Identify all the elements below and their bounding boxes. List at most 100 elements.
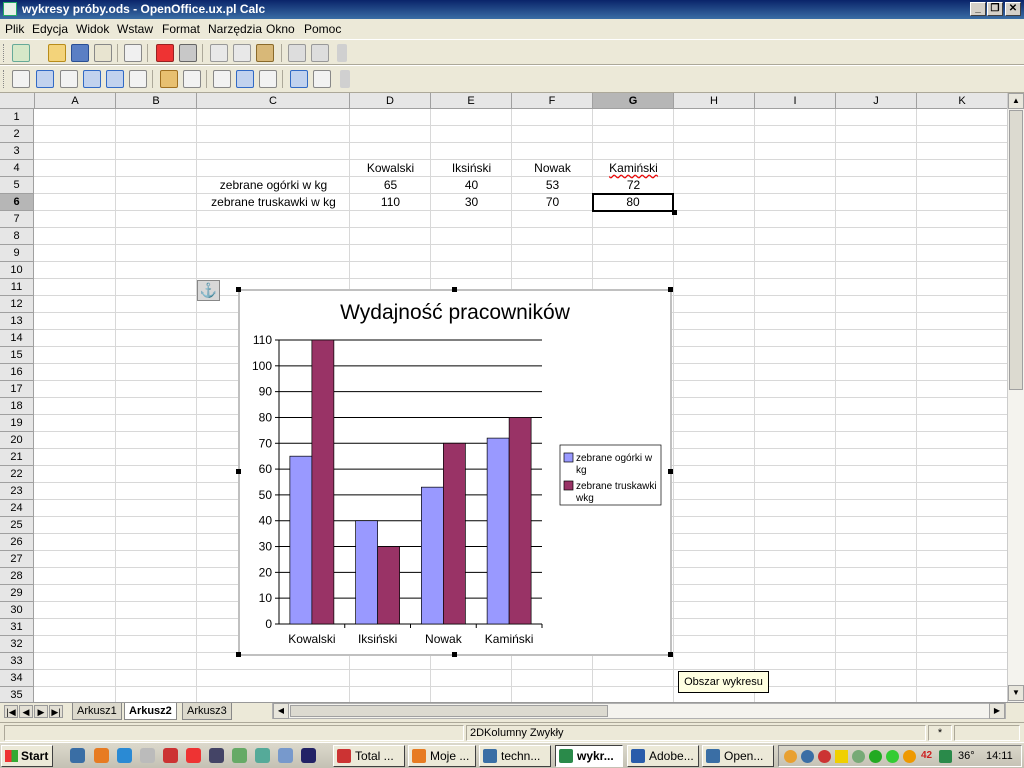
redo-icon[interactable] (311, 44, 329, 62)
column-header-h[interactable]: H (674, 93, 755, 109)
data-table-icon[interactable] (213, 70, 231, 88)
scroll-left-button[interactable]: ◀ (273, 703, 289, 719)
row-header-26[interactable]: 26 (0, 534, 34, 551)
menu-plik[interactable]: Plik (5, 22, 24, 36)
scroll-right-button[interactable]: ▶ (989, 703, 1005, 719)
row-header-17[interactable]: 17 (0, 381, 34, 398)
first-sheet-icon[interactable]: |◀ (4, 705, 18, 718)
row-header-11[interactable]: 11 (0, 279, 34, 296)
row-header-2[interactable]: 2 (0, 126, 34, 143)
row-header-30[interactable]: 30 (0, 602, 34, 619)
hscroll-thumb[interactable] (290, 705, 608, 717)
cell-c5[interactable]: zebrane ogórki w kg (197, 177, 350, 194)
tray-icon[interactable] (852, 750, 865, 763)
sheet-tab-arkusz1[interactable]: Arkusz1 (72, 703, 122, 720)
data-in-rows-icon[interactable] (236, 70, 254, 88)
cell-e4[interactable]: Iksiński (431, 160, 512, 177)
sheet-tab-arkusz2[interactable]: Arkusz2 (124, 703, 177, 720)
cell-f4[interactable]: Nowak (512, 160, 593, 177)
resize-handle-s[interactable] (452, 652, 457, 657)
column-header-e[interactable]: E (431, 93, 512, 109)
row-header-9[interactable]: 9 (0, 245, 34, 262)
resize-handle-e[interactable] (668, 469, 673, 474)
cell-g4[interactable]: Kamiński (593, 160, 674, 177)
resize-handle-n[interactable] (452, 287, 457, 292)
column-header-c[interactable]: C (197, 93, 350, 109)
paste-icon[interactable] (256, 44, 274, 62)
taskbar-button-techn[interactable]: techn... (479, 745, 551, 767)
taskbar-button-open[interactable]: Open... (702, 745, 774, 767)
resize-handle-ne[interactable] (668, 287, 673, 292)
restore-button[interactable]: ❐ (987, 2, 1003, 16)
menu-edycja[interactable]: Edycja (32, 22, 68, 36)
tray-warning-icon[interactable] (835, 750, 848, 763)
row-header-7[interactable]: 7 (0, 211, 34, 228)
cell-e6[interactable]: 30 (431, 194, 512, 211)
row-header-13[interactable]: 13 (0, 313, 34, 330)
row-header-8[interactable]: 8 (0, 228, 34, 245)
tray-app-icon[interactable] (939, 750, 952, 763)
reorganize-chart-icon[interactable] (313, 70, 331, 88)
cell-c6[interactable]: zebrane truskawki w kg (197, 194, 350, 211)
menu-format[interactable]: Format (162, 22, 200, 36)
column-header-g[interactable]: G (593, 93, 674, 109)
vertical-scrollbar[interactable]: ▲ ▼ (1007, 93, 1024, 702)
row-header-22[interactable]: 22 (0, 466, 34, 483)
next-sheet-icon[interactable]: ▶ (34, 705, 48, 718)
column-header-f[interactable]: F (512, 93, 593, 109)
row-header-28[interactable]: 28 (0, 568, 34, 585)
scroll-up-button[interactable]: ▲ (1008, 93, 1024, 109)
open-folder-icon[interactable] (48, 44, 66, 62)
row-header-14[interactable]: 14 (0, 330, 34, 347)
data-labels-icon[interactable] (129, 70, 147, 88)
quicklaunch-app-icon[interactable] (209, 748, 224, 763)
horizontal-scrollbar[interactable]: ◀ ▶ (272, 703, 1006, 719)
quicklaunch-app-icon[interactable] (232, 748, 247, 763)
tray-clock[interactable]: 14:11 (986, 750, 1013, 762)
cut-icon[interactable] (210, 44, 228, 62)
tray-check-icon[interactable] (869, 750, 882, 763)
resize-handle-se[interactable] (668, 652, 673, 657)
cell-d5[interactable]: 65 (350, 177, 431, 194)
taskbar-button-adobe[interactable]: Adobe... (627, 745, 699, 767)
scale-text-icon[interactable] (290, 70, 308, 88)
resize-handle-nw[interactable] (236, 287, 241, 292)
row-header-29[interactable]: 29 (0, 585, 34, 602)
tray-k-icon[interactable] (818, 750, 831, 763)
cell-d6[interactable]: 110 (350, 194, 431, 211)
active-cell-g6[interactable]: 80 (592, 193, 674, 212)
taskbar-button-moje[interactable]: Moje ... (408, 745, 476, 767)
horizontal-grid-icon[interactable] (83, 70, 101, 88)
toolbar-grip[interactable] (3, 44, 6, 62)
toolbar-overflow-icon[interactable] (340, 70, 350, 88)
chart-title-icon[interactable] (12, 70, 30, 88)
resize-handle-sw[interactable] (236, 652, 241, 657)
row-header-25[interactable]: 25 (0, 517, 34, 534)
chart-object[interactable]: Wydajność pracowników 0 10 20 30 40 50 60 70 80 9… (236, 287, 673, 657)
toolbar-overflow-icon[interactable] (337, 44, 347, 62)
minimize-button[interactable]: _ (970, 2, 986, 16)
row-header-32[interactable]: 32 (0, 636, 34, 653)
tray-sun-icon[interactable] (903, 750, 916, 763)
prev-sheet-icon[interactable]: ◀ (19, 705, 33, 718)
column-header-j[interactable]: J (836, 93, 917, 109)
cell-d4[interactable]: Kowalski (350, 160, 431, 177)
row-header-1[interactable]: 1 (0, 109, 34, 126)
export-pdf-icon[interactable] (156, 44, 174, 62)
taskbar-button-wykr[interactable]: wykr... (555, 745, 623, 767)
menu-narzedzia[interactable]: Narzędzia (208, 22, 262, 36)
row-header-10[interactable]: 10 (0, 262, 34, 279)
row-header-31[interactable]: 31 (0, 619, 34, 636)
column-header-k[interactable]: K (917, 93, 1008, 109)
row-header-15[interactable]: 15 (0, 347, 34, 364)
quicklaunch-app-icon[interactable] (163, 748, 178, 763)
legend-on-icon[interactable] (36, 70, 54, 88)
toolbar-grip[interactable] (3, 70, 6, 88)
taskbar-button-total[interactable]: Total ... (333, 745, 405, 767)
row-header-16[interactable]: 16 (0, 364, 34, 381)
row-header-27[interactable]: 27 (0, 551, 34, 568)
row-header-20[interactable]: 20 (0, 432, 34, 449)
quicklaunch-app-icon[interactable] (255, 748, 270, 763)
quicklaunch-app-icon[interactable] (140, 748, 155, 763)
row-header-5[interactable]: 5 (0, 177, 34, 194)
